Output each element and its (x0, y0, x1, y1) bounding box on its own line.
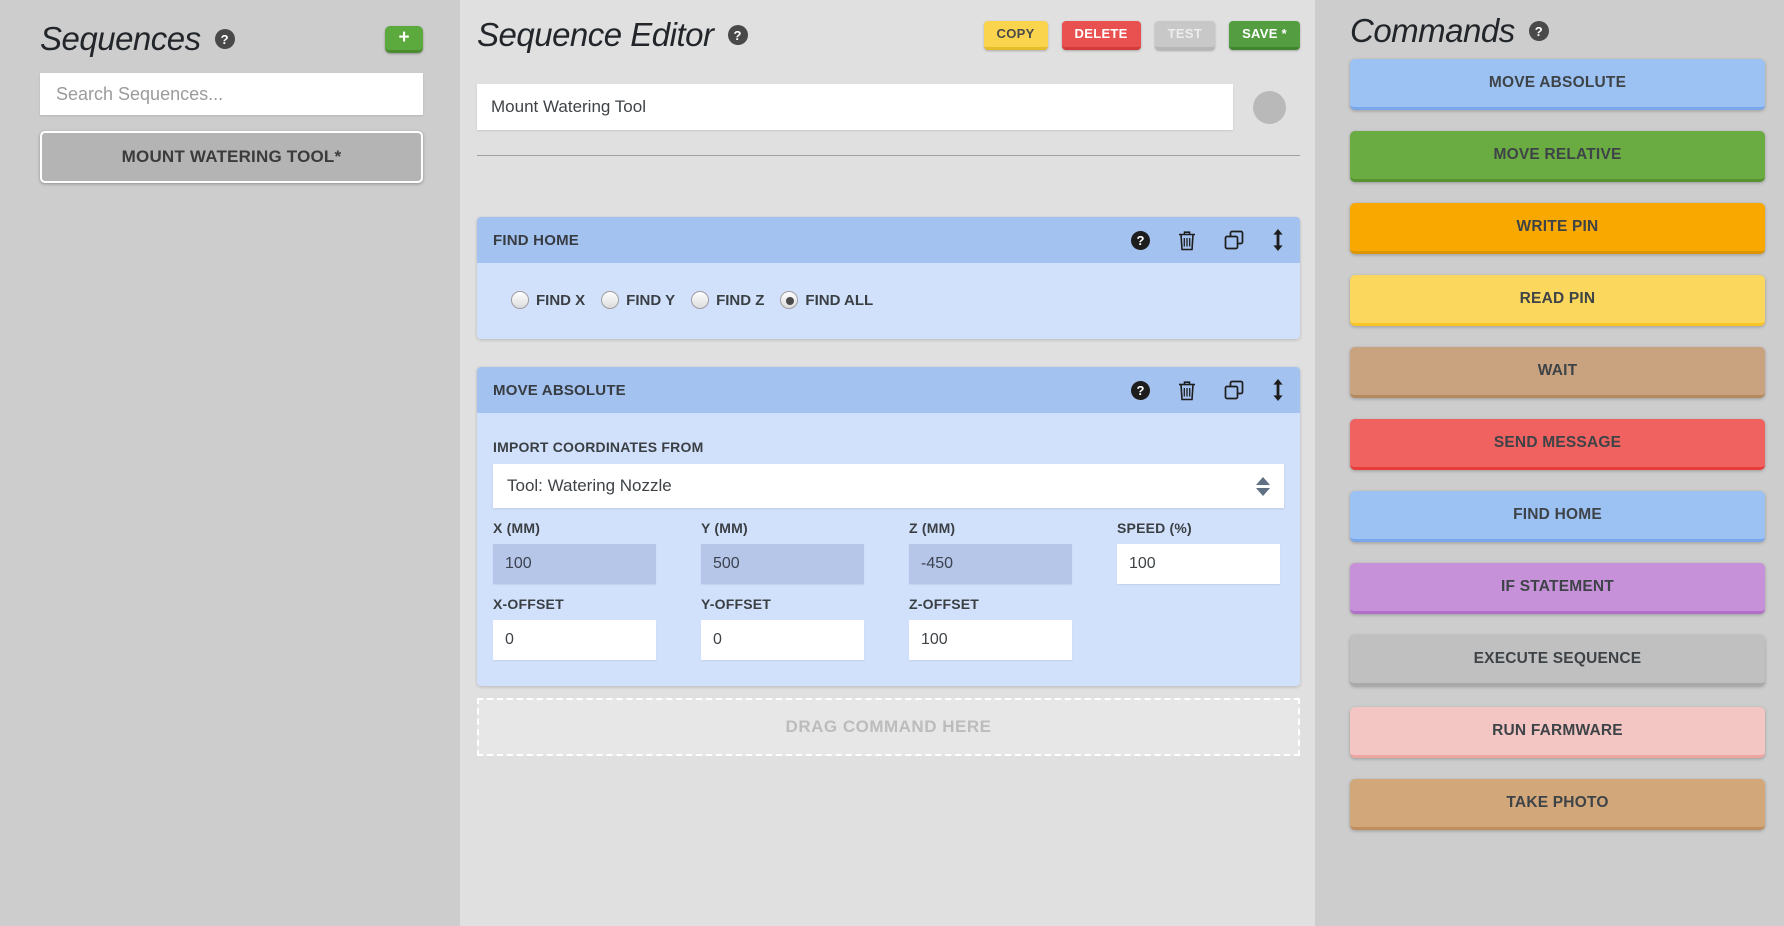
x-label: X (MM) (493, 520, 656, 536)
radio-find-x[interactable] (511, 291, 529, 309)
trash-icon[interactable] (1178, 230, 1196, 251)
field-x: X (MM) (493, 520, 656, 584)
editor-actions: COPY DELETE TEST SAVE * (984, 21, 1301, 50)
select-sort-icon (1256, 477, 1270, 496)
divider (477, 155, 1300, 156)
offset-fields: X-OFFSET Y-OFFSET Z-OFFSET (493, 596, 1284, 660)
sequence-name-input[interactable] (477, 84, 1233, 130)
commands-panel: Commands ? MOVE ABSOLUTE MOVE RELATIVE W… (1315, 0, 1784, 926)
drag-command-dropzone[interactable]: DRAG COMMAND HERE (477, 698, 1300, 756)
copy-step-icon[interactable] (1224, 380, 1244, 400)
step-find-home-body: FIND X FIND Y FIND Z FIND ALL (477, 263, 1300, 339)
copy-step-icon[interactable] (1224, 230, 1244, 250)
command-move-relative[interactable]: MOVE RELATIVE (1350, 131, 1765, 182)
find-home-options: FIND X FIND Y FIND Z FIND ALL (477, 263, 1300, 339)
import-coordinates-label: IMPORT COORDINATES FROM (493, 439, 1284, 455)
commands-title: Commands (1350, 12, 1515, 50)
radio-label-find-x: FIND X (536, 292, 585, 309)
step-help-icon[interactable]: ? (1131, 231, 1150, 250)
command-take-photo[interactable]: TAKE PHOTO (1350, 779, 1765, 830)
radio-label-find-z: FIND Z (716, 292, 764, 309)
y-offset-label: Y-OFFSET (701, 596, 864, 612)
radio-find-y[interactable] (601, 291, 619, 309)
copy-button[interactable]: COPY (984, 21, 1048, 50)
command-write-pin[interactable]: WRITE PIN (1350, 203, 1765, 254)
command-move-absolute[interactable]: MOVE ABSOLUTE (1350, 59, 1765, 110)
editor-header: Sequence Editor ? COPY DELETE TEST SAVE … (477, 16, 1300, 54)
drag-step-icon[interactable] (1272, 229, 1284, 251)
import-coordinates-value: Tool: Watering Nozzle (507, 476, 672, 496)
sequence-list-item[interactable]: MOUNT WATERING TOOL* (40, 131, 423, 183)
x-offset-input[interactable] (493, 620, 656, 660)
command-run-farmware[interactable]: RUN FARMWARE (1350, 707, 1765, 758)
x-input[interactable] (493, 544, 656, 584)
field-z-offset: Z-OFFSET (909, 596, 1072, 660)
command-read-pin[interactable]: READ PIN (1350, 275, 1765, 326)
step-find-home: FIND HOME ? (477, 217, 1300, 339)
step-header-icons: ? (1131, 379, 1284, 401)
add-sequence-button[interactable]: + (385, 26, 423, 53)
field-x-offset: X-OFFSET (493, 596, 656, 660)
step-help-icon[interactable]: ? (1131, 381, 1150, 400)
command-button-list: MOVE ABSOLUTE MOVE RELATIVE WRITE PIN RE… (1350, 59, 1765, 830)
step-move-absolute-header: MOVE ABSOLUTE ? (477, 367, 1300, 413)
x-offset-label: X-OFFSET (493, 596, 656, 612)
sequences-panel-header: Sequences ? + (40, 20, 423, 58)
speed-label: SPEED (%) (1117, 520, 1280, 536)
sequences-help-icon[interactable]: ? (215, 29, 235, 49)
commands-panel-header: Commands ? (1350, 12, 1765, 50)
z-label: Z (MM) (909, 520, 1072, 536)
sequence-editor-panel: Sequence Editor ? COPY DELETE TEST SAVE … (460, 0, 1315, 926)
step-title: MOVE ABSOLUTE (493, 382, 626, 399)
step-title: FIND HOME (493, 232, 579, 249)
field-speed: SPEED (%) (1117, 520, 1280, 584)
import-coordinates-select[interactable]: Tool: Watering Nozzle (493, 464, 1284, 508)
save-button[interactable]: SAVE * (1229, 21, 1300, 50)
radio-find-z[interactable] (691, 291, 709, 309)
radio-find-all[interactable] (780, 291, 798, 309)
step-move-absolute: MOVE ABSOLUTE ? (477, 367, 1300, 686)
sequences-title: Sequences (40, 20, 201, 58)
speed-input[interactable] (1117, 544, 1280, 584)
field-y-offset: Y-OFFSET (701, 596, 864, 660)
test-button[interactable]: TEST (1155, 21, 1215, 50)
sequence-name-row (477, 84, 1300, 130)
sequences-panel: Sequences ? + MOUNT WATERING TOOL* (0, 0, 460, 926)
step-find-home-header: FIND HOME ? (477, 217, 1300, 263)
field-y: Y (MM) (701, 520, 864, 584)
y-label: Y (MM) (701, 520, 864, 536)
z-offset-input[interactable] (909, 620, 1072, 660)
commands-help-icon[interactable]: ? (1529, 21, 1549, 41)
editor-title: Sequence Editor (477, 16, 714, 54)
step-move-absolute-body: IMPORT COORDINATES FROM Tool: Watering N… (477, 413, 1300, 686)
step-list: FIND HOME ? (477, 217, 1300, 686)
command-execute-sequence[interactable]: EXECUTE SEQUENCE (1350, 635, 1765, 686)
step-header-icons: ? (1131, 229, 1284, 251)
delete-button[interactable]: DELETE (1062, 21, 1141, 50)
radio-label-find-all: FIND ALL (805, 292, 873, 309)
trash-icon[interactable] (1178, 380, 1196, 401)
y-input[interactable] (701, 544, 864, 584)
radio-label-find-y: FIND Y (626, 292, 675, 309)
search-sequences-input[interactable] (40, 73, 423, 115)
field-z: Z (MM) (909, 520, 1072, 584)
editor-help-icon[interactable]: ? (728, 25, 748, 45)
command-if-statement[interactable]: IF STATEMENT (1350, 563, 1765, 614)
coordinate-fields: X (MM) Y (MM) Z (MM) SPEED (%) (493, 520, 1284, 584)
z-offset-label: Z-OFFSET (909, 596, 1072, 612)
command-wait[interactable]: WAIT (1350, 347, 1765, 398)
command-find-home[interactable]: FIND HOME (1350, 491, 1765, 542)
drag-step-icon[interactable] (1272, 379, 1284, 401)
y-offset-input[interactable] (701, 620, 864, 660)
sequence-color-picker[interactable] (1253, 91, 1286, 124)
farmbot-sequence-page: Sequences ? + MOUNT WATERING TOOL* Seque… (0, 0, 1784, 926)
command-send-message[interactable]: SEND MESSAGE (1350, 419, 1765, 470)
z-input[interactable] (909, 544, 1072, 584)
